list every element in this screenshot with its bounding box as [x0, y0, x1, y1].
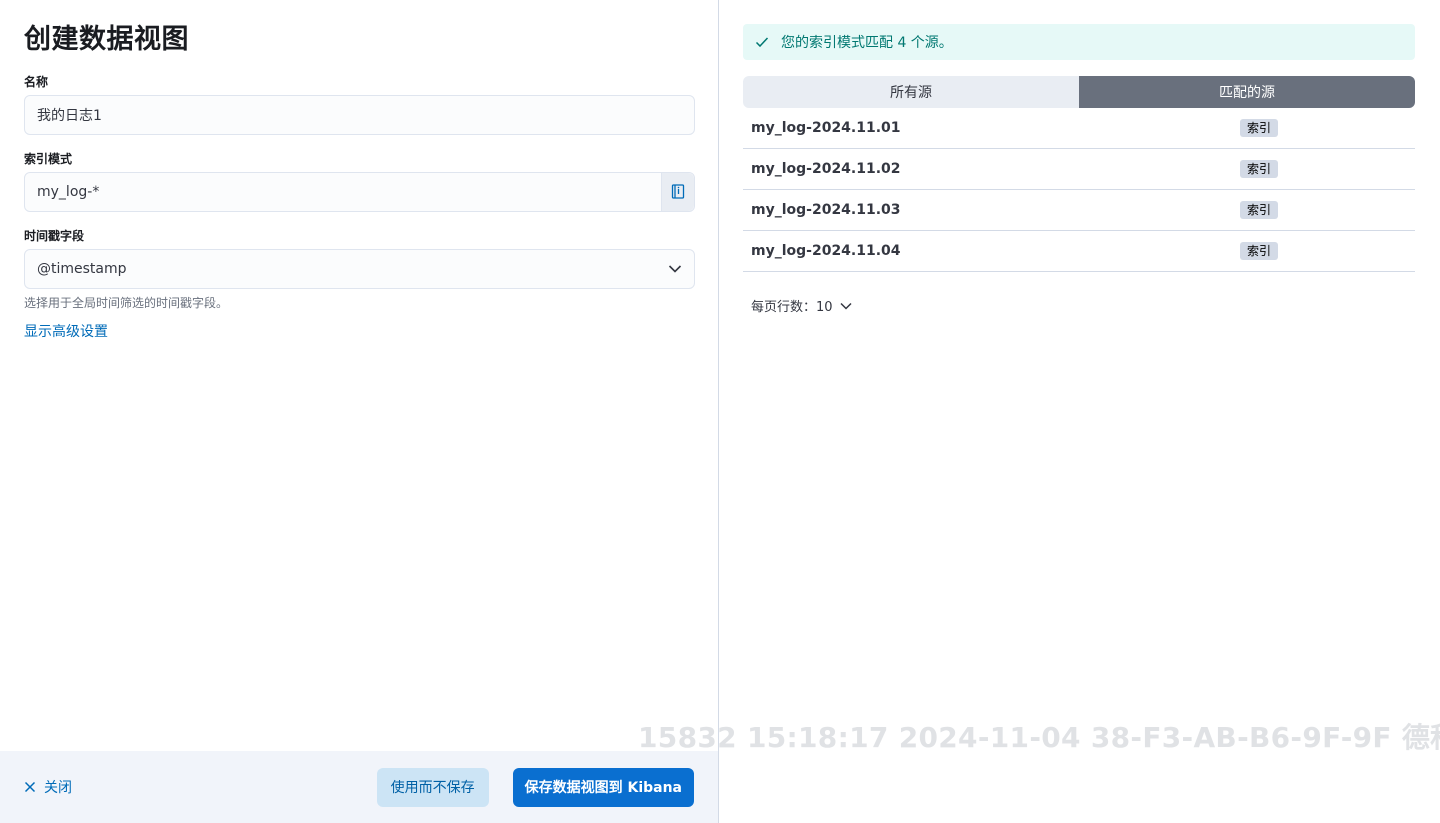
index-pattern-label: 索引模式	[24, 152, 73, 166]
close-button-label: 关闭	[44, 780, 72, 796]
timestamp-help-text: 选择用于全局时间筛选的时间戳字段。	[24, 296, 229, 310]
source-name: my_log-2024.11.02	[751, 161, 901, 177]
timestamp-field: 时间戳字段 @timestamp 选择用于全局时间筛选的时间戳字段。 显示高级设…	[24, 228, 695, 341]
chevron-down-icon	[668, 265, 682, 273]
flyout-footer: 关闭 使用而不保存 保存数据视图到 Kibana	[0, 751, 718, 823]
table-row: my_log-2024.11.03 索引	[743, 190, 1415, 231]
use-without-saving-button[interactable]: 使用而不保存	[376, 767, 489, 807]
name-input-wrap	[24, 95, 695, 135]
footer-actions: 使用而不保存 保存数据视图到 Kibana	[376, 767, 694, 807]
index-pattern-help-button[interactable]	[661, 173, 694, 211]
name-field: 名称	[24, 74, 695, 135]
source-type-badge: 索引	[1240, 242, 1279, 260]
timestamp-label: 时间戳字段	[24, 229, 85, 243]
book-icon	[671, 184, 685, 199]
index-pattern-input[interactable]	[25, 173, 661, 211]
source-name: my_log-2024.11.01	[751, 120, 901, 136]
page-title: 创建数据视图	[24, 24, 189, 55]
source-name: my_log-2024.11.03	[751, 202, 901, 218]
source-type-badge: 索引	[1240, 201, 1279, 219]
source-type-badge: 索引	[1240, 119, 1279, 137]
tab-matching-sources[interactable]: 匹配的源	[1079, 76, 1415, 108]
check-icon	[755, 37, 769, 48]
sources-tabs: 所有源 匹配的源	[743, 76, 1415, 108]
index-pattern-field: 索引模式	[24, 151, 695, 212]
close-icon	[24, 781, 36, 793]
name-label: 名称	[24, 75, 49, 89]
table-row: my_log-2024.11.02 索引	[743, 149, 1415, 190]
create-data-view-flyout: 创建数据视图 名称 索引模式	[0, 0, 1440, 823]
sources-table: my_log-2024.11.01 索引 my_log-2024.11.02 索…	[743, 108, 1415, 272]
save-data-view-button[interactable]: 保存数据视图到 Kibana	[512, 767, 694, 807]
close-button[interactable]: 关闭	[24, 777, 72, 797]
name-input[interactable]	[25, 96, 694, 134]
match-callout-text: 您的索引模式匹配 4 个源。	[781, 35, 953, 51]
source-name: my_log-2024.11.04	[751, 243, 901, 259]
rows-per-page-button[interactable]: 每页行数：10	[743, 296, 1416, 315]
sources-panel: 您的索引模式匹配 4 个源。 所有源 匹配的源 my_log-2024.11.0…	[719, 0, 1440, 823]
timestamp-select[interactable]: @timestamp	[24, 249, 695, 289]
table-row: my_log-2024.11.04 索引	[743, 231, 1415, 272]
source-type-badge: 索引	[1240, 160, 1279, 178]
index-pattern-input-wrap	[24, 172, 695, 212]
tab-all-sources[interactable]: 所有源	[743, 76, 1079, 108]
table-row: my_log-2024.11.01 索引	[743, 108, 1415, 149]
match-callout: 您的索引模式匹配 4 个源。	[743, 24, 1415, 60]
rows-per-page-label: 每页行数：10	[751, 300, 833, 315]
timestamp-select-value: @timestamp	[37, 261, 127, 277]
form-panel: 创建数据视图 名称 索引模式	[0, 0, 719, 823]
chevron-down-icon	[840, 302, 852, 310]
show-advanced-settings-link[interactable]: 显示高级设置	[24, 321, 108, 341]
